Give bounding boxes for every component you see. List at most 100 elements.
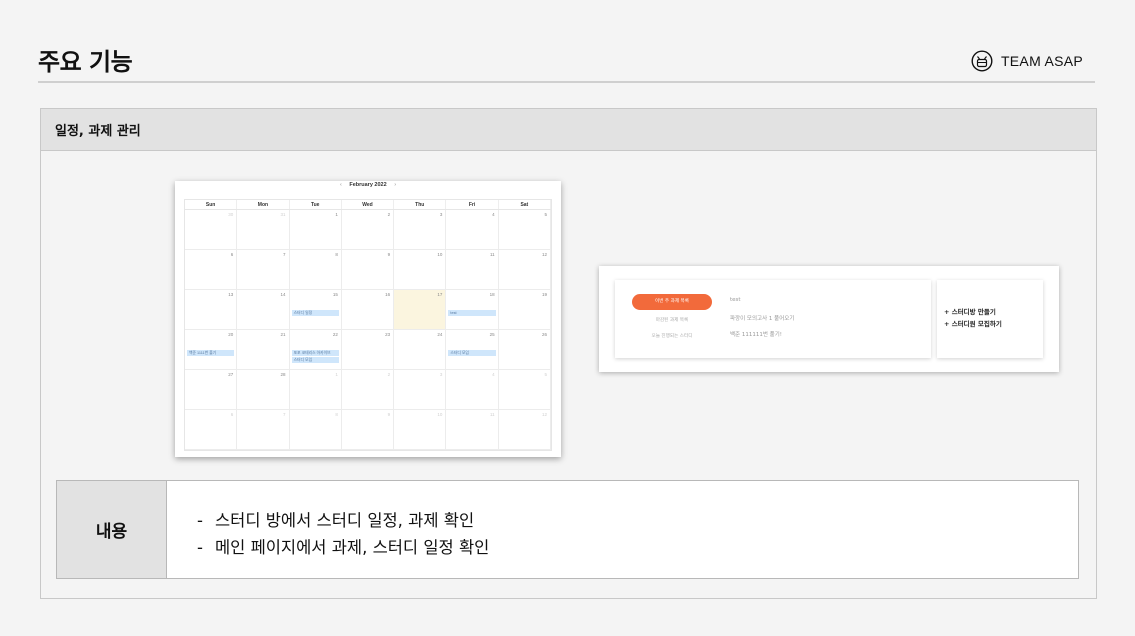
calendar-day[interactable]: 1 bbox=[290, 370, 342, 409]
task-list-card: 이번 주 과제 목록 마감된 과제 목록 오늘 진행되는 스터디 test 파깡… bbox=[615, 280, 931, 358]
day-number: 8 bbox=[335, 252, 338, 257]
calendar-day[interactable]: 1 bbox=[290, 210, 342, 249]
calendar-day[interactable]: 16 bbox=[342, 290, 395, 329]
day-number: 3 bbox=[439, 372, 443, 377]
calendar-day[interactable]: 6 bbox=[185, 410, 238, 449]
calendar-week-row: 30 31 1 2 3 4 5 bbox=[185, 210, 551, 250]
day-number: 20 bbox=[228, 332, 234, 337]
day-number: 6 bbox=[230, 252, 234, 257]
calendar-week-row: 6 7 8 9 10 11 12 bbox=[185, 410, 551, 450]
calendar-day[interactable]: 8 bbox=[290, 410, 342, 449]
calendar-day[interactable]: 26 bbox=[499, 330, 551, 369]
calendar-week-row: 13 14 15 스터디 일정 16 17 18 test 19 bbox=[185, 290, 551, 330]
calendar-day[interactable]: 4 bbox=[446, 210, 499, 249]
day-number: 28 bbox=[280, 372, 286, 377]
prev-month-icon[interactable]: ‹ bbox=[340, 182, 342, 188]
day-number: 16 bbox=[385, 292, 391, 297]
calendar-event[interactable]: test bbox=[448, 310, 496, 316]
calendar-day[interactable]: 18 test bbox=[446, 290, 499, 329]
calendar-day[interactable]: 10 bbox=[394, 250, 447, 289]
calendar-event[interactable]: 포포 코테리스 아카이브 bbox=[291, 350, 339, 356]
calendar-day[interactable]: 12 bbox=[499, 410, 551, 449]
calendar-event[interactable]: 백준 1111번 풀기 bbox=[187, 350, 235, 356]
day-number: 31 bbox=[280, 212, 286, 217]
calendar-day[interactable]: 21 bbox=[237, 330, 290, 369]
calendar-day[interactable]: 30 bbox=[185, 210, 238, 249]
main-page-screenshot: 이번 주 과제 목록 마감된 과제 목록 오늘 진행되는 스터디 test 파깡… bbox=[599, 266, 1059, 372]
calendar-week-row: 27 28 1 2 3 4 5 bbox=[185, 370, 551, 410]
calendar-day[interactable]: 25 스터디 모임 bbox=[446, 330, 499, 369]
day-number: 5 bbox=[544, 372, 547, 377]
page-title: 주요 기능 bbox=[38, 48, 133, 76]
day-number: 8 bbox=[335, 412, 338, 417]
day-number: 14 bbox=[280, 292, 286, 297]
day-number: 26 bbox=[541, 332, 547, 337]
day-number: 12 bbox=[541, 412, 547, 417]
day-number: 30 bbox=[228, 212, 234, 217]
calendar-day[interactable]: 4 bbox=[446, 370, 499, 409]
calendar-day[interactable]: 23 bbox=[342, 330, 395, 369]
calendar-day[interactable]: 11 bbox=[446, 250, 499, 289]
calendar-day[interactable]: 5 bbox=[499, 370, 551, 409]
calendar-day[interactable]: 11 bbox=[446, 410, 499, 449]
recruit-members-link[interactable]: + 스터디원 모집하기 bbox=[944, 318, 1002, 328]
day-number: 11 bbox=[490, 252, 495, 257]
study-actions-card: + 스터디방 만들기 + 스터디원 모집하기 bbox=[937, 280, 1043, 358]
day-number: 1 bbox=[335, 372, 338, 377]
weekday-header: Sun Mon Tue Wed Thu Fri Sat bbox=[185, 200, 551, 210]
calendar-day[interactable]: 27 bbox=[185, 370, 238, 409]
calendar-grid: Sun Mon Tue Wed Thu Fri Sat 30 31 1 2 3 4 5 6 7 8 9 10 11 1… bbox=[184, 199, 552, 451]
calendar-week-row: 6 7 8 9 10 11 12 bbox=[185, 250, 551, 290]
calendar-day[interactable]: 24 bbox=[394, 330, 447, 369]
calendar-event[interactable]: 스터디 일정 bbox=[291, 310, 339, 316]
day-number: 11 bbox=[490, 412, 495, 417]
day-number: 10 bbox=[437, 252, 443, 257]
calendar-day[interactable]: 31 bbox=[237, 210, 290, 249]
calendar-day[interactable]: 28 bbox=[237, 370, 290, 409]
section-title: 일정, 과제 관리 bbox=[41, 109, 1096, 151]
calendar-day[interactable]: 3 bbox=[394, 370, 447, 409]
calendar-day[interactable]: 14 bbox=[237, 290, 290, 329]
calendar-event[interactable]: 스터디 모임 bbox=[448, 350, 496, 356]
day-number: 5 bbox=[544, 212, 547, 217]
feature-panel: 일정, 과제 관리 ‹ February 2022 › Sun Mon Tue Wed… bbox=[40, 108, 1097, 599]
calendar-day[interactable]: 2 bbox=[342, 210, 395, 249]
day-number: 15 bbox=[332, 292, 338, 297]
tab-today-study[interactable]: 오늘 진행되는 스터디 bbox=[632, 333, 712, 339]
calendar-day[interactable]: 7 bbox=[237, 250, 290, 289]
calendar-day[interactable]: 20 백준 1111번 풀기 bbox=[185, 330, 238, 369]
calendar-month-nav: ‹ February 2022 › bbox=[175, 182, 561, 188]
calendar-day[interactable]: 3 bbox=[394, 210, 447, 249]
calendar-month-label: February 2022 bbox=[349, 182, 387, 188]
calendar-day[interactable]: 8 bbox=[290, 250, 342, 289]
calendar-day[interactable]: 7 bbox=[237, 410, 290, 449]
task-item[interactable]: 파깡이 모의고사 1 풀어오기 bbox=[730, 314, 794, 322]
calendar-day[interactable]: 19 bbox=[499, 290, 551, 329]
calendar-day-today[interactable]: 17 bbox=[394, 290, 447, 329]
tab-closed-tasks[interactable]: 마감된 과제 목록 bbox=[632, 317, 712, 323]
calendar-day[interactable]: 2 bbox=[342, 370, 395, 409]
calendar-day[interactable]: 6 bbox=[185, 250, 238, 289]
calendar-day[interactable]: 9 bbox=[342, 250, 395, 289]
day-number: 9 bbox=[387, 252, 391, 257]
task-item[interactable]: test bbox=[730, 297, 741, 303]
day-number: 7 bbox=[283, 412, 286, 417]
calendar-day[interactable]: 9 bbox=[342, 410, 395, 449]
weekday-label: Sun bbox=[185, 200, 238, 209]
create-study-room-link[interactable]: + 스터디방 만들기 bbox=[944, 306, 996, 316]
tab-this-week-tasks[interactable]: 이번 주 과제 목록 bbox=[632, 294, 712, 310]
calendar-day[interactable]: 15 스터디 일정 bbox=[290, 290, 342, 329]
calendar-event[interactable]: 스터디 모임 bbox=[291, 357, 339, 363]
calendar-day[interactable]: 10 bbox=[394, 410, 447, 449]
title-divider bbox=[38, 81, 1095, 83]
content-table: 내용 스터디 방에서 스터디 일정, 과제 확인 메인 페이지에서 과제, 스터… bbox=[56, 480, 1079, 579]
day-number: 13 bbox=[228, 292, 234, 297]
calendar-day[interactable]: 5 bbox=[499, 210, 551, 249]
calendar-day[interactable]: 12 bbox=[499, 250, 551, 289]
calendar-day[interactable]: 22 포포 코테리스 아카이브 스터디 모임 bbox=[290, 330, 342, 369]
calendar-day[interactable]: 13 bbox=[185, 290, 238, 329]
task-item[interactable]: 백준 111111번 풀기! bbox=[730, 330, 782, 338]
next-month-icon[interactable]: › bbox=[394, 182, 396, 188]
day-number: 10 bbox=[437, 412, 443, 417]
day-number: 25 bbox=[489, 332, 495, 337]
